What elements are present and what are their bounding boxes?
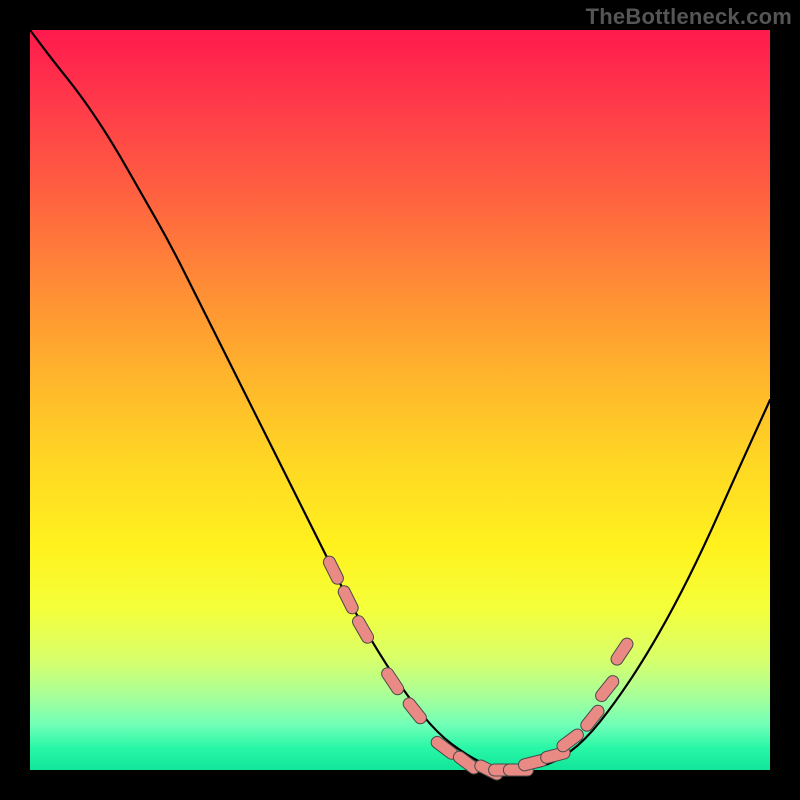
watermark-text: TheBottleneck.com [586,4,792,30]
outer-frame: TheBottleneck.com [0,0,800,800]
chart-svg [30,30,770,770]
curve-marker [344,592,352,608]
curve-marker [359,622,368,638]
curve-marker [329,562,337,578]
curve-marker [547,753,564,757]
curve-marker [525,760,542,764]
plot-area [30,30,770,770]
bottleneck-curve-path [30,30,770,770]
